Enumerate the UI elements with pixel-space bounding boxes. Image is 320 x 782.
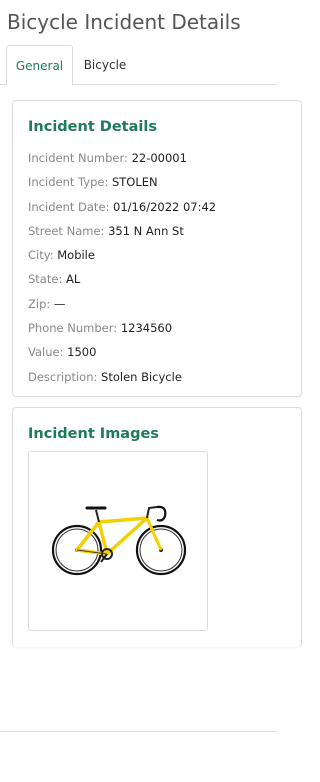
field-value: Mobile [57,248,95,263]
field-city: City: Mobile [28,243,278,267]
incident-image-thumbnail[interactable] [28,451,208,631]
field-label: City: [28,248,54,263]
incident-details-fields: Incident Number: 22-00001 Incident Type:… [28,146,278,389]
incident-details-title: Incident Details [28,119,157,135]
page-title: Bicycle Incident Details [7,10,241,34]
field-value: STOLEN [111,175,158,190]
field-label: Street Name: [28,223,105,238]
field-value: Stolen Bicycle [101,369,182,384]
field-value: — [53,296,66,311]
footer-divider [0,731,277,732]
field-label: Value: [28,345,64,360]
field-value-amount: Value: 1500 [28,340,278,364]
field-label: Phone Number: [28,321,118,336]
field-street-name: Street Name: 351 N Ann St [28,219,278,243]
field-incident-number: Incident Number: 22-00001 [28,146,278,170]
field-label: State: [28,272,63,287]
tab-bar: General Bicycle [0,45,277,86]
field-label: Incident Type: [28,175,109,190]
field-value: 1234560 [120,321,173,336]
tab-bicycle[interactable]: Bicycle [74,45,136,85]
tab-general[interactable]: General [6,45,73,86]
incident-details-card: Incident Details Incident Number: 22-000… [12,100,302,397]
field-label: Zip: [28,296,51,311]
field-incident-date: Incident Date: 01/16/2022 07:42 [28,195,278,219]
field-value: AL [65,272,81,287]
field-zip: Zip: — [28,292,278,316]
bicycle-incident-page: Bicycle Incident Details General Bicycle… [0,0,302,782]
incident-images-card: Incident Images [12,407,302,647]
field-value: 22-00001 [131,151,187,165]
field-phone-number: Phone Number: 1234560 [28,316,278,340]
field-state: State: AL [28,267,278,291]
field-label: Incident Number: [28,151,128,165]
field-value: 01/16/2022 07:42 [113,199,217,214]
field-label: Description: [28,369,98,384]
field-description: Description: Stolen Bicycle [28,365,278,389]
field-value: 351 N Ann St [108,223,184,238]
bicycle-image [51,505,187,576]
field-value: 1500 [67,345,97,360]
incident-images-title: Incident Images [28,426,159,442]
field-label: Incident Date: [28,199,110,214]
field-incident-type: Incident Type: STOLEN [28,170,278,194]
